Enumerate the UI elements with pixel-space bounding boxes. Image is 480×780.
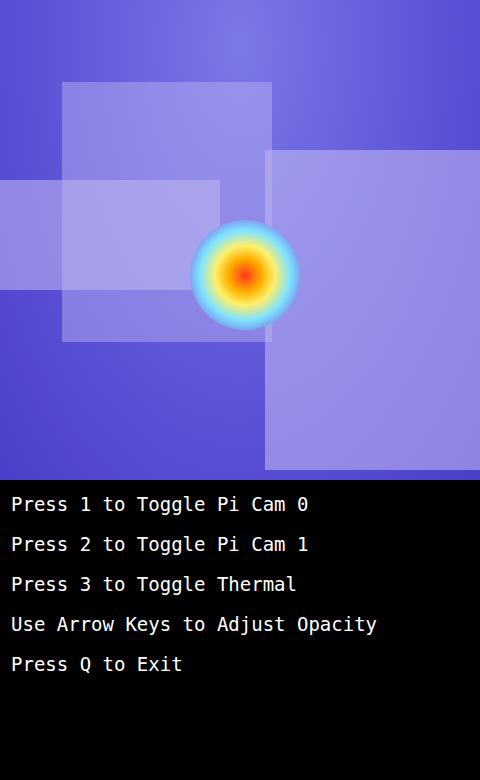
viewer-window: Press 1 to Toggle Pi Cam 0Press 2 to Tog…: [0, 0, 480, 780]
thermal-hotspot: [190, 220, 300, 330]
instruction-line: Press Q to Exit: [11, 644, 480, 684]
instruction-line: Press 3 to Toggle Thermal: [11, 564, 480, 604]
instruction-line: Use Arrow Keys to Adjust Opacity: [11, 604, 480, 644]
instruction-line: Press 1 to Toggle Pi Cam 0: [11, 484, 480, 524]
instructions-panel: Press 1 to Toggle Pi Cam 0Press 2 to Tog…: [0, 480, 480, 684]
camera-feed: [0, 0, 480, 480]
instruction-line: Press 2 to Toggle Pi Cam 1: [11, 524, 480, 564]
device-shape: [265, 150, 480, 470]
